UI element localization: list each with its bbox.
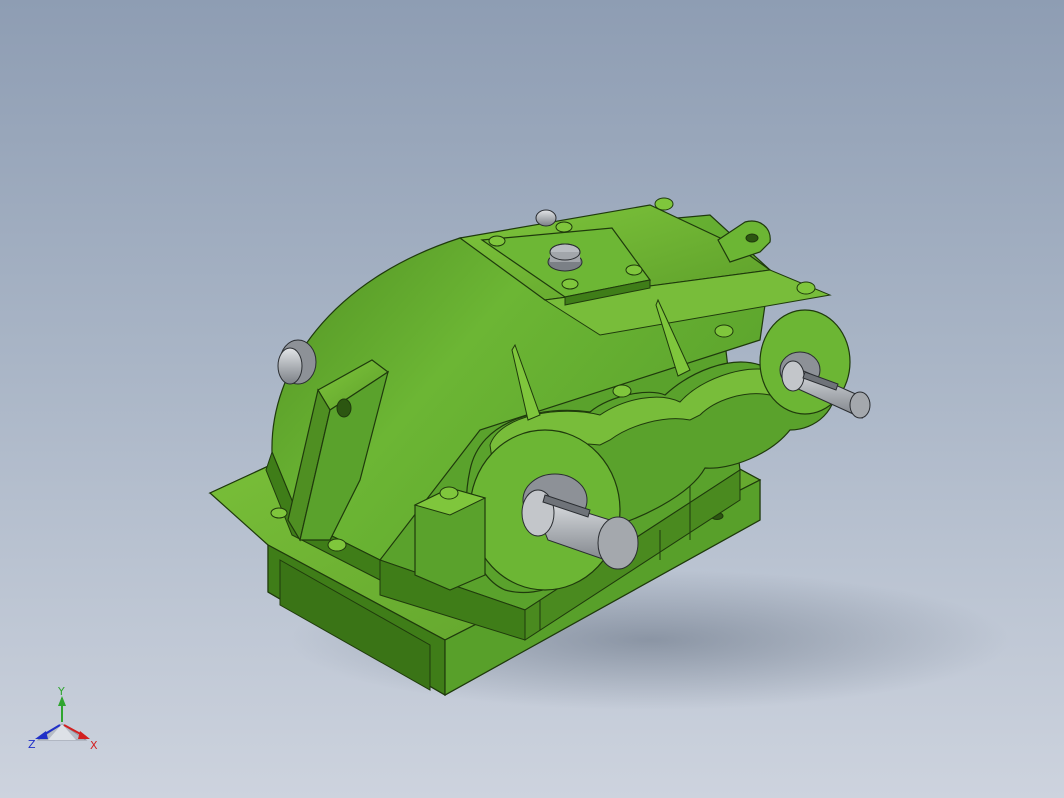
y-axis-label: Y (57, 685, 65, 698)
x-axis-head (78, 731, 90, 739)
gear-reducer-model[interactable] (0, 0, 1064, 798)
breather-vent[interactable] (547, 243, 583, 272)
graphics-viewport[interactable]: Y X Z (0, 0, 1064, 798)
bolt-boss[interactable] (413, 487, 487, 591)
z-axis-label: Z (28, 738, 36, 751)
z-axis-head (35, 731, 48, 739)
orientation-triad[interactable]: Y X Z (24, 682, 104, 762)
x-axis-label: X (90, 739, 98, 752)
rear-shaft-stub[interactable] (535, 209, 557, 227)
left-shaft-stub[interactable] (277, 339, 317, 385)
